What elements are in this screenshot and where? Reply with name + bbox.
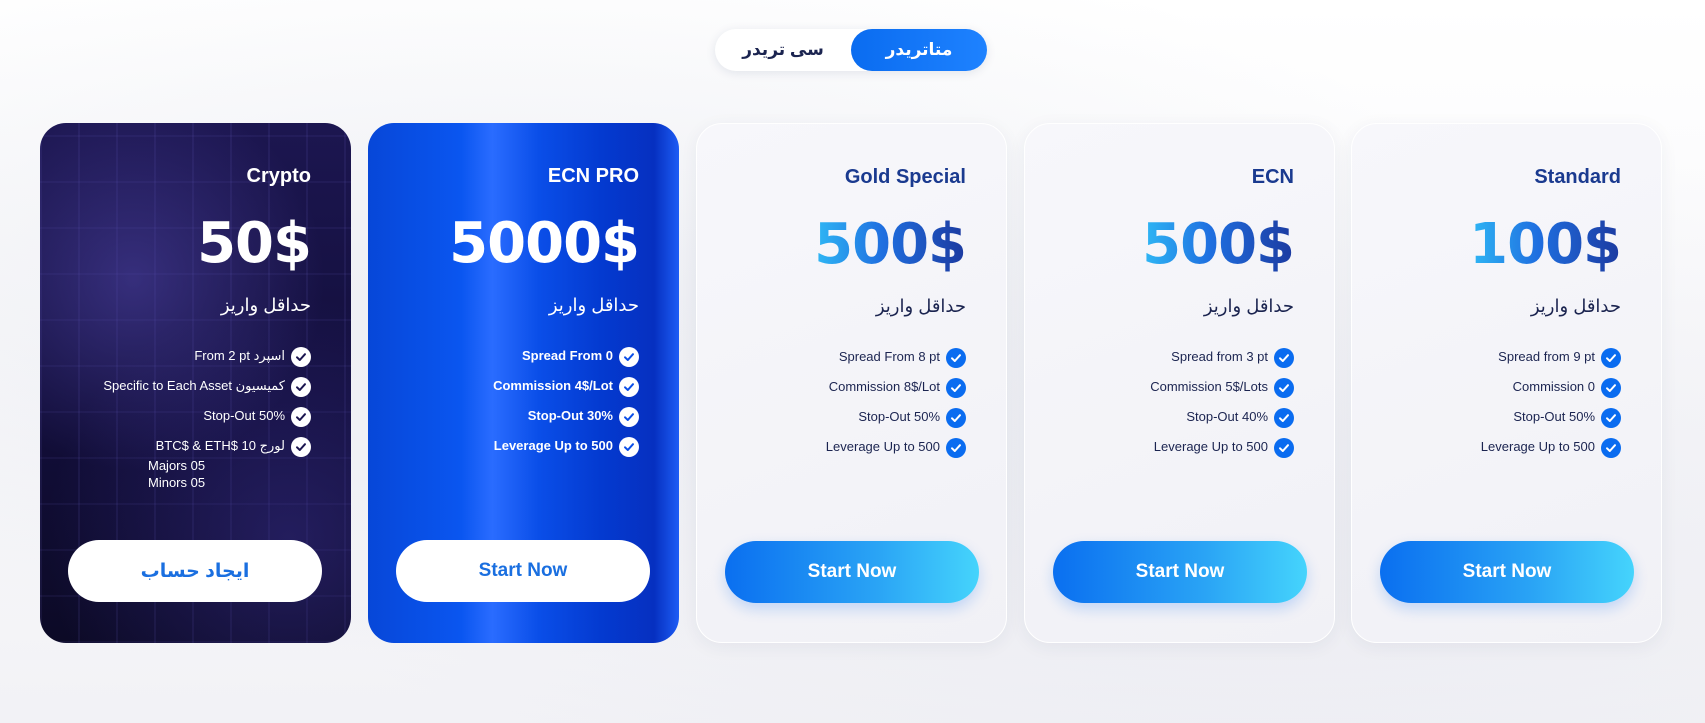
feature-list: Spread From 8 pt Commission 8$/Lot Stop-… [826,348,966,468]
check-circle-icon [1274,408,1294,428]
check-circle-icon [291,377,311,397]
check-circle-icon [1601,408,1621,428]
start-now-button[interactable]: Start Now [1380,541,1634,603]
plan-subtitle: حداقل واریز [548,295,639,315]
feature-item: BTC$ & ETH$ 10 لورج [103,437,311,467]
check-circle-icon [619,377,639,397]
check-circle-icon [946,438,966,458]
feature-item: From 2 pt اسپرد [103,347,311,377]
feature-item: Spread from 3 pt [1150,348,1294,378]
check-circle-icon [946,348,966,368]
create-account-button[interactable]: ایجاد حساب [68,540,322,602]
start-now-button[interactable]: Start Now [396,540,650,602]
feature-item: Leverage Up to 500 [493,437,639,467]
plan-price: 5000$ [449,211,640,276]
feature-list: From 2 pt اسپرد Specific to Each Asset ک… [103,347,311,467]
plan-subtitle: حداقل واریز [1203,296,1294,316]
check-circle-icon [619,347,639,367]
plan-price: 50$ [197,211,312,276]
feature-item: Leverage Up to 500 [826,438,966,468]
plan-card-ecn: ECN 500$ حداقل واریز Spread from 3 pt Co… [1024,123,1335,643]
feature-item: Stop-Out 40% [1150,408,1294,438]
check-circle-icon [1274,438,1294,458]
feature-item: Commission 0 [1481,378,1621,408]
feature-item: Spread From 8 pt [826,348,966,378]
feature-item: Stop-Out 30% [493,407,639,437]
plan-title: Crypto [246,165,311,187]
plan-card-standard: Standard 100$ حداقل واریز Spread from 9 … [1351,123,1662,643]
feature-item: Stop-Out 50% [1481,408,1621,438]
check-circle-icon [1601,378,1621,398]
plan-price: 500$ [1142,212,1295,277]
plan-title: ECN [1251,166,1294,188]
plan-card-gold-special: Gold Special 500$ حداقل واریز Spread Fro… [696,123,1007,643]
feature-list: Spread from 3 pt Commission 5$/Lots Stop… [1150,348,1294,468]
plan-card-crypto: Crypto 50$ حداقل واریز From 2 pt اسپرد S… [40,123,351,643]
feature-item: Spread from 9 pt [1481,348,1621,378]
feature-list: Spread from 9 pt Commission 0 Stop-Out 5… [1481,348,1621,468]
check-circle-icon [1601,438,1621,458]
check-circle-icon [1601,348,1621,368]
check-circle-icon [619,437,639,457]
check-circle-icon [291,407,311,427]
platform-toggle: سی تریدر متاتریدر [715,29,987,71]
start-now-button[interactable]: Start Now [725,541,979,603]
feature-item: Leverage Up to 500 [1150,438,1294,468]
check-circle-icon [1274,348,1294,368]
check-circle-icon [291,347,311,367]
toggle-metatrader[interactable]: متاتریدر [851,29,987,71]
plan-subtitle: حداقل واریز [1530,296,1621,316]
plan-price: 100$ [1469,212,1622,277]
check-circle-icon [946,408,966,428]
plan-subtitle: حداقل واریز [875,296,966,316]
plan-title: Gold Special [844,166,966,188]
start-now-button[interactable]: Start Now [1053,541,1307,603]
feature-item: Commission 4$/Lot [493,377,639,407]
feature-item: Spread From 0 [493,347,639,377]
feature-list: Spread From 0 Commission 4$/Lot Stop-Out… [493,347,639,467]
leverage-details: Majors 05 Minors 05 [148,458,206,490]
check-circle-icon [291,437,311,457]
check-circle-icon [946,378,966,398]
toggle-ctrader[interactable]: سی تریدر [715,29,851,71]
feature-item: Stop-Out 50% [103,407,311,437]
feature-item: Leverage Up to 500 [1481,438,1621,468]
feature-item: Stop-Out 50% [826,408,966,438]
feature-item: Specific to Each Asset کمیسیون [103,377,311,407]
plan-title: Standard [1534,166,1621,188]
feature-item: Commission 5$/Lots [1150,378,1294,408]
plan-subtitle: حداقل واریز [220,295,311,315]
check-circle-icon [619,407,639,427]
plan-card-ecn-pro: ECN PRO 5000$ حداقل واریز Spread From 0 … [368,123,679,643]
check-circle-icon [1274,378,1294,398]
plan-price: 500$ [814,212,967,277]
feature-item: Commission 8$/Lot [826,378,966,408]
plan-title: ECN PRO [547,165,639,187]
